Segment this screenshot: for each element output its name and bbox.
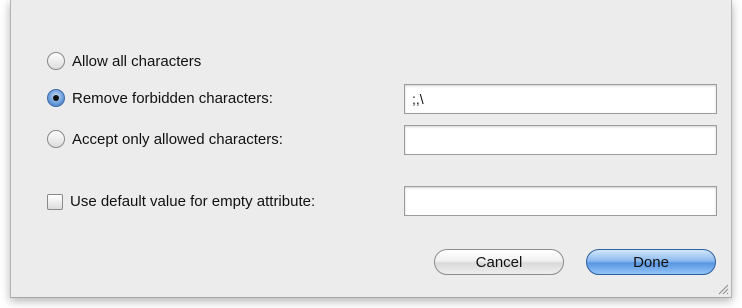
default-value-option[interactable]: Use default value for empty attribute: bbox=[47, 193, 315, 210]
remove-forbidden-label: Remove forbidden characters: bbox=[72, 89, 273, 107]
accept-only-label: Accept only allowed characters: bbox=[72, 130, 283, 148]
remove-forbidden-option[interactable]: Remove forbidden characters: bbox=[47, 89, 273, 107]
radio-selected-dot bbox=[53, 95, 59, 101]
allowed-characters-field[interactable] bbox=[404, 125, 717, 155]
accept-only-radio[interactable] bbox=[47, 130, 65, 148]
done-button[interactable]: Done bbox=[586, 249, 716, 275]
character-options-sheet: Allow all characters Remove forbidden ch… bbox=[10, 0, 732, 298]
cancel-button[interactable]: Cancel bbox=[434, 249, 564, 275]
allow-all-option[interactable]: Allow all characters bbox=[47, 52, 201, 70]
remove-forbidden-radio[interactable] bbox=[47, 89, 65, 107]
default-value-label: Use default value for empty attribute: bbox=[70, 193, 316, 210]
allow-all-radio[interactable] bbox=[47, 52, 65, 70]
default-value-field[interactable] bbox=[404, 186, 717, 216]
accept-only-option[interactable]: Accept only allowed characters: bbox=[47, 130, 283, 148]
default-value-checkbox[interactable] bbox=[47, 193, 63, 210]
resize-grip-icon[interactable] bbox=[717, 283, 729, 295]
forbidden-characters-field[interactable] bbox=[404, 84, 717, 114]
allow-all-label: Allow all characters bbox=[72, 52, 202, 70]
